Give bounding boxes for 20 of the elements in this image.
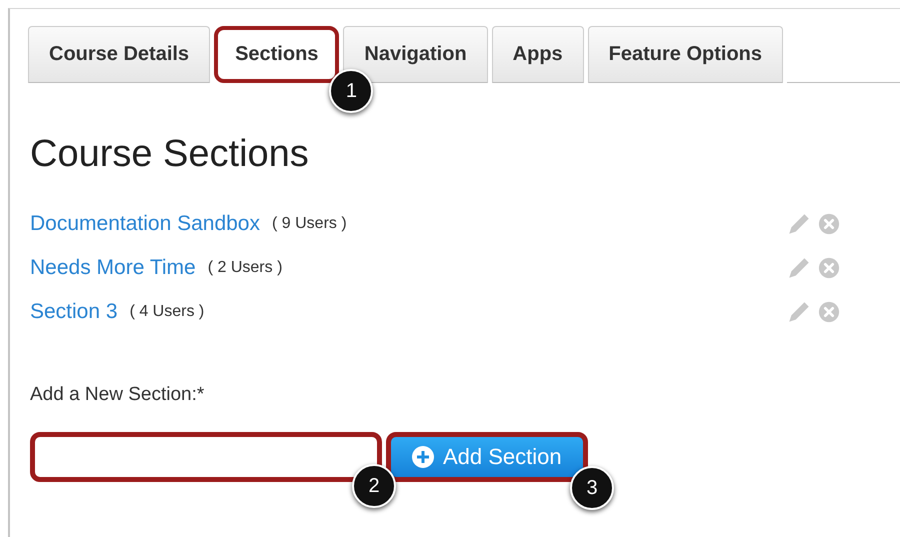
callout-marker: 1 [329,69,374,113]
user-count: ( 9 Users ) [272,215,347,233]
delete-icon[interactable] [818,213,840,235]
field-label: Add a New Section:* [30,384,206,406]
callout-marker: 3 [570,466,614,510]
section-link[interactable]: Needs More Time [30,256,196,280]
section-link[interactable]: Documentation Sandbox [30,212,260,236]
tab[interactable]: Sections [214,26,340,83]
page-heading: Course Sections [30,133,310,176]
tab[interactable]: Apps [492,26,584,83]
tab[interactable]: Feature Options [588,26,784,83]
tab[interactable]: Navigation [343,26,488,83]
callout-marker: 2 [352,464,396,508]
delete-icon[interactable] [818,301,840,323]
tab[interactable]: Course Details [28,26,210,83]
delete-icon[interactable] [818,257,840,279]
plus-icon [411,445,435,469]
user-count: ( 2 Users ) [208,259,282,277]
user-count: ( 4 Users ) [130,303,204,321]
section-link[interactable]: Section 3 [30,300,118,324]
